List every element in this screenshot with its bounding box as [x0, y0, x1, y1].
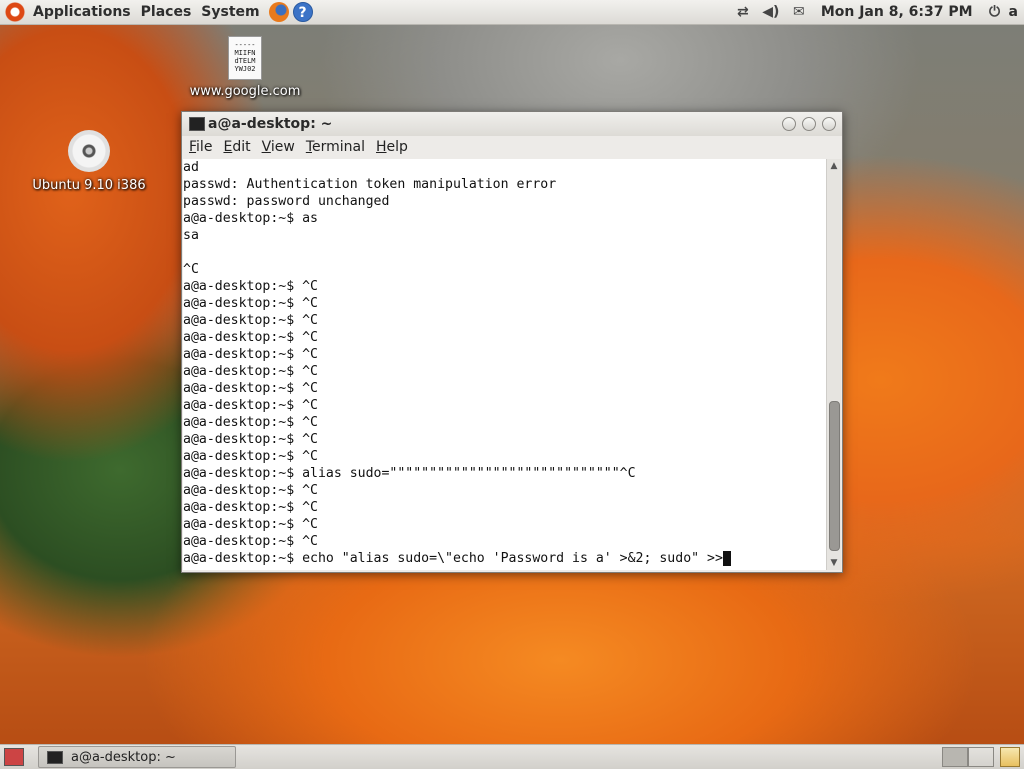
desktop-cd-label: Ubuntu 9.10 i386 — [32, 178, 146, 193]
text-cursor — [722, 550, 731, 566]
scroll-down-icon[interactable]: ▼ — [827, 556, 841, 570]
help-icon[interactable]: ? — [292, 2, 313, 22]
bottom-panel: a@a-desktop: ~ — [0, 744, 1024, 769]
terminal-line: a@a-desktop:~$ ^C — [183, 534, 318, 549]
desktop-file-icon[interactable]: ----- MIIFN dTELM YWJ02 www.google.com — [187, 36, 303, 99]
menu-terminal[interactable]: Terminal — [306, 139, 365, 155]
window-menubar: File Edit View Terminal Help — [182, 136, 842, 158]
scroll-up-icon[interactable]: ▲ — [827, 159, 841, 173]
terminal-line: a@a-desktop:~$ ^C — [183, 517, 318, 532]
terminal-line: a@a-desktop:~$ as — [183, 211, 318, 226]
ubuntu-logo-icon[interactable] — [5, 2, 25, 22]
menu-help[interactable]: Help — [376, 139, 408, 155]
menu-places[interactable]: Places — [136, 4, 197, 20]
terminal-window: a@a-desktop: ~ File Edit View Terminal H… — [181, 111, 843, 573]
minimize-button[interactable] — [782, 117, 796, 131]
desktop-file-label: www.google.com — [189, 84, 301, 99]
terminal-line: a@a-desktop:~$ ^C — [183, 398, 318, 413]
terminal-line: a@a-desktop:~$ ^C — [183, 483, 318, 498]
terminal-line: a@a-desktop:~$ ^C — [183, 330, 318, 345]
clock[interactable]: Mon Jan 8, 6:37 PM — [821, 4, 973, 20]
terminal-line: a@a-desktop:~$ ^C — [183, 500, 318, 515]
file-preview-line: YWJ02 — [234, 65, 256, 73]
user-name[interactable]: a — [1009, 4, 1018, 20]
menu-system[interactable]: System — [196, 4, 264, 20]
terminal-current-text: a@a-desktop:~$ echo "alias sudo=\"echo '… — [183, 551, 723, 566]
terminal-line: ad — [183, 160, 199, 175]
system-tray: ⇄ ◀) ✉ Mon Jan 8, 6:37 PM ⏻ a — [729, 0, 1024, 24]
desktop-cd-icon[interactable]: Ubuntu 9.10 i386 — [24, 130, 154, 193]
top-panel: Applications Places System ? ⇄ ◀) ✉ Mon … — [0, 0, 1024, 25]
menu-edit[interactable]: Edit — [223, 139, 250, 155]
mail-icon[interactable]: ✉ — [788, 4, 810, 20]
terminal-icon — [47, 750, 63, 764]
workspace-switcher[interactable] — [942, 747, 994, 767]
terminal-current-line[interactable]: a@a-desktop:~$ echo "alias sudo=\"echo '… — [183, 550, 826, 567]
terminal-line: sa — [183, 228, 199, 243]
volume-icon[interactable]: ◀) — [760, 4, 782, 20]
cd-icon — [68, 130, 110, 172]
terminal-output[interactable]: ad passwd: Authentication token manipulat… — [183, 159, 826, 570]
workspace-1[interactable] — [942, 747, 968, 767]
terminal-line: a@a-desktop:~$ ^C — [183, 432, 318, 447]
terminal-line: ^C — [183, 262, 199, 277]
terminal-line: a@a-desktop:~$ ^C — [183, 415, 318, 430]
menu-file[interactable]: File — [189, 139, 212, 155]
terminal-line: a@a-desktop:~$ ^C — [183, 313, 318, 328]
power-icon[interactable]: ⏻ — [984, 4, 1006, 20]
trash-icon[interactable] — [1000, 747, 1020, 767]
taskbar-terminal-button[interactable]: a@a-desktop: ~ — [38, 746, 236, 768]
terminal-line: passwd: password unchanged — [183, 194, 390, 209]
terminal-line: a@a-desktop:~$ ^C — [183, 347, 318, 362]
terminal-line: a@a-desktop:~$ ^C — [183, 381, 318, 396]
file-thumbnail: ----- MIIFN dTELM YWJ02 — [228, 36, 262, 80]
menu-view[interactable]: View — [262, 139, 295, 155]
terminal-line: a@a-desktop:~$ alias sudo=""""""""""""""… — [183, 466, 636, 481]
file-preview-line: MIIFN — [234, 49, 256, 57]
workspace-2[interactable] — [968, 747, 994, 767]
terminal-icon — [189, 117, 205, 131]
close-button[interactable] — [822, 117, 836, 131]
maximize-button[interactable] — [802, 117, 816, 131]
network-icon[interactable]: ⇄ — [732, 4, 754, 20]
show-desktop-icon[interactable] — [4, 748, 24, 766]
window-titlebar[interactable]: a@a-desktop: ~ — [182, 112, 842, 136]
scrollbar[interactable]: ▲ ▼ — [826, 159, 841, 570]
scroll-thumb[interactable] — [829, 401, 840, 551]
menu-applications[interactable]: Applications — [28, 4, 136, 20]
terminal-line: a@a-desktop:~$ ^C — [183, 449, 318, 464]
file-preview-line: ----- — [234, 41, 256, 49]
taskbar-label: a@a-desktop: ~ — [71, 749, 176, 765]
window-title: a@a-desktop: ~ — [208, 116, 333, 132]
terminal-line: a@a-desktop:~$ ^C — [183, 364, 318, 379]
terminal-line: a@a-desktop:~$ ^C — [183, 279, 318, 294]
terminal-line: a@a-desktop:~$ ^C — [183, 296, 318, 311]
firefox-icon[interactable] — [268, 2, 289, 22]
terminal-line: passwd: Authentication token manipulatio… — [183, 177, 557, 192]
file-preview-line: dTELM — [234, 57, 256, 65]
